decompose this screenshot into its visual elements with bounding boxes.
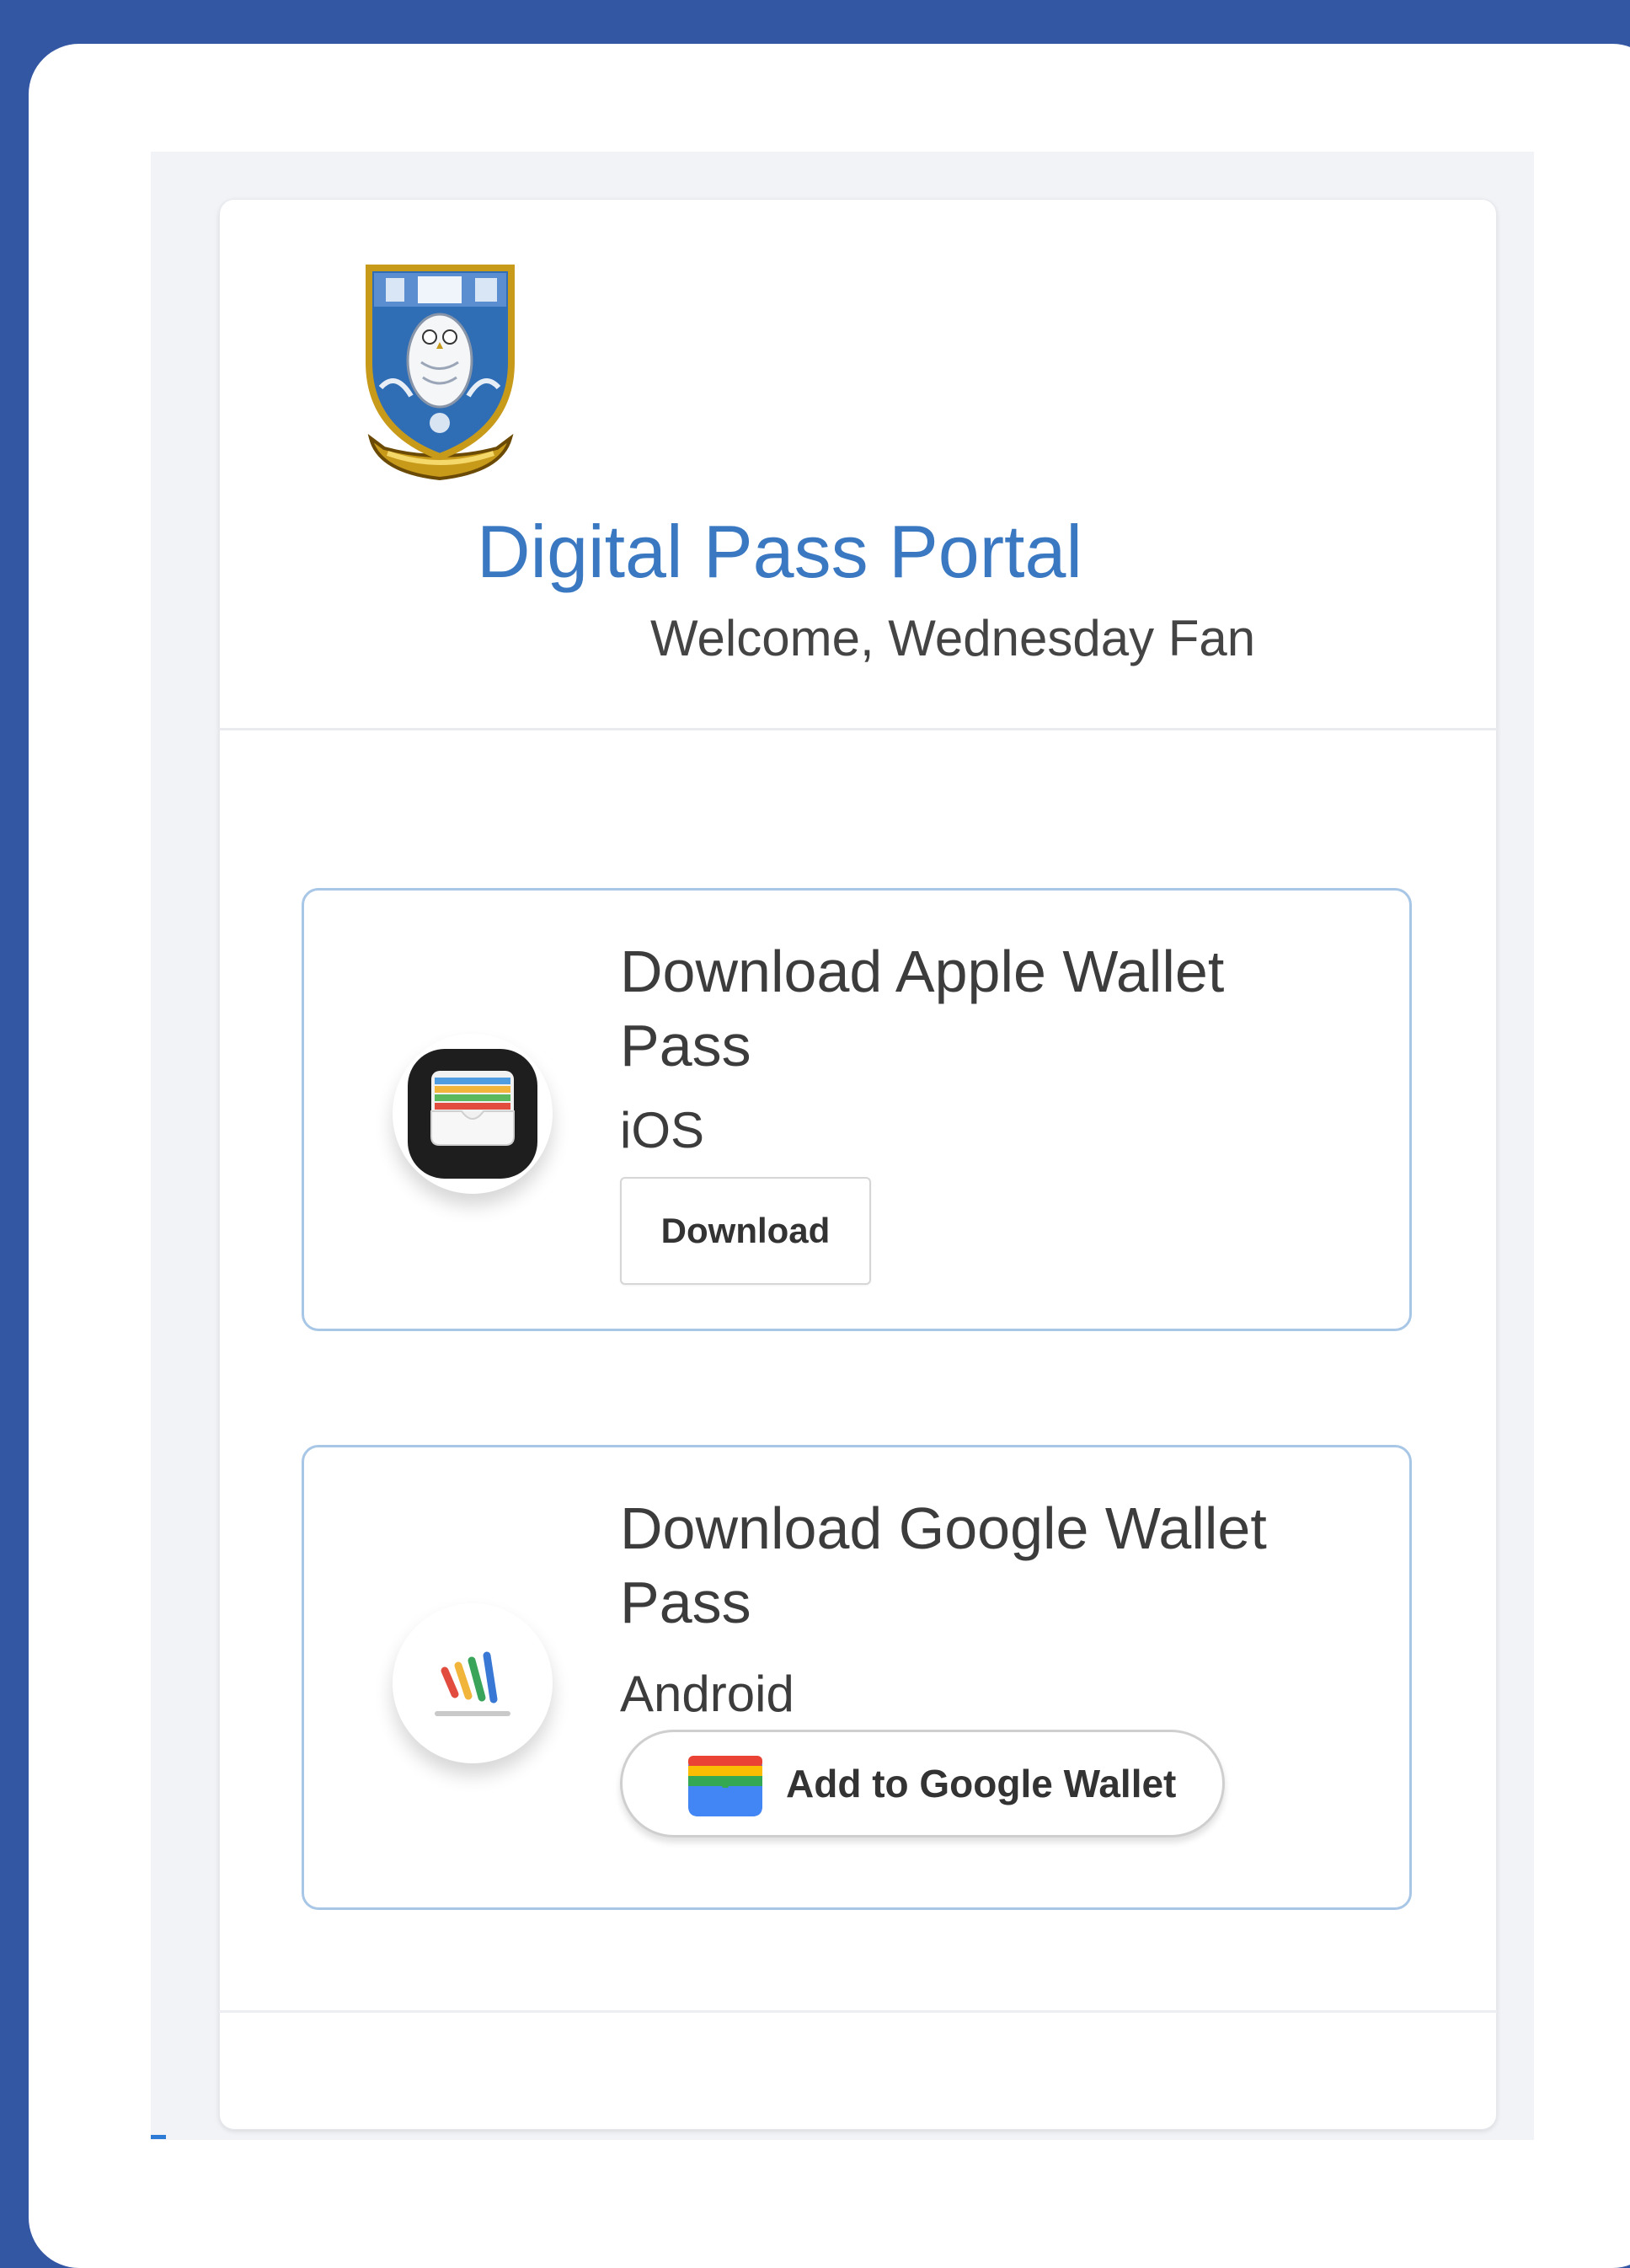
google-wallet-logo-icon (688, 1756, 762, 1816)
apple-wallet-card: Download Apple Wallet Pass iOS Download (302, 888, 1412, 1331)
club-crest-logo (366, 265, 515, 481)
corner-mark (151, 2135, 166, 2139)
header-divider (219, 728, 1497, 730)
apple-wallet-icon (408, 1049, 537, 1179)
apple-download-button[interactable]: Download (620, 1177, 871, 1285)
google-card-platform: Android (620, 1666, 794, 1722)
apple-card-platform: iOS (620, 1102, 705, 1158)
welcome-message: Welcome, Wednesday Fan (650, 610, 1256, 666)
page-title: Digital Pass Portal (477, 510, 1082, 593)
google-card-title: Download Google Wallet Pass (620, 1495, 1267, 1635)
footer-divider (219, 2010, 1497, 2013)
apple-card-title: Download Apple Wallet Pass (620, 939, 1225, 1078)
google-wallet-icon-badge (393, 1603, 553, 1763)
apple-wallet-icon-badge (393, 1034, 553, 1194)
add-to-google-wallet-label: Add to Google Wallet (786, 1762, 1177, 1805)
add-to-google-wallet-button[interactable]: Add to Google Wallet (620, 1730, 1225, 1837)
google-wallet-card: Download Google Wallet Pass Android Add … (302, 1445, 1412, 1910)
google-wallet-icon (435, 1651, 510, 1716)
